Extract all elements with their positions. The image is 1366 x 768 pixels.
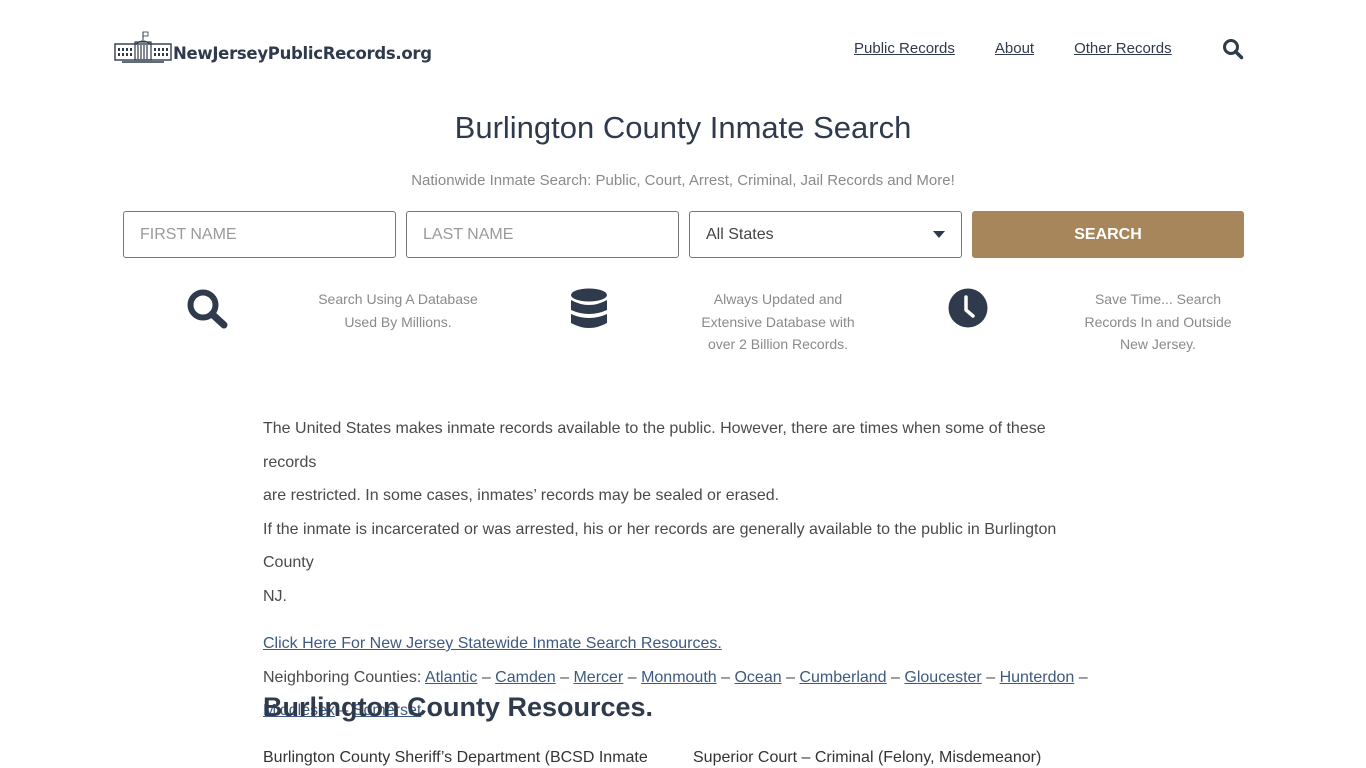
site-logo[interactable]: NewJerseyPublicRecords.org bbox=[114, 30, 432, 64]
statewide-resources-link[interactable]: Click Here For New Jersey Statewide Inma… bbox=[263, 635, 722, 652]
county-link-mercer[interactable]: Mercer bbox=[573, 669, 623, 686]
page-title: Burlington County Inmate Search bbox=[454, 110, 912, 145]
resources-heading: Burlington County Resources. bbox=[263, 692, 654, 722]
county-link-atlantic[interactable]: Atlantic bbox=[425, 669, 477, 686]
caret-down-icon bbox=[933, 231, 945, 238]
intro-paragraph: The United States makes inmate records a… bbox=[263, 420, 1057, 605]
first-name-input[interactable] bbox=[123, 211, 396, 258]
main-content: The United States makes inmate records a… bbox=[263, 412, 1103, 728]
inmate-search-form: All States SEARCH bbox=[123, 211, 1244, 258]
feature-text-search: Search Using A Database Used By Millions… bbox=[318, 291, 478, 330]
main-nav: Public Records About Other Records bbox=[854, 40, 1212, 57]
county-link-camden[interactable]: Camden bbox=[495, 669, 555, 686]
state-select-value: All States bbox=[706, 225, 774, 243]
state-select[interactable]: All States bbox=[689, 211, 962, 258]
capitol-building-icon bbox=[114, 31, 172, 63]
search-icon bbox=[187, 289, 228, 329]
resource-sheriff[interactable]: Burlington County Sheriff’s Department (… bbox=[263, 749, 648, 767]
last-name-input[interactable] bbox=[406, 211, 679, 258]
county-link-monmouth[interactable]: Monmouth bbox=[641, 669, 717, 686]
neighbors-label: Neighboring Counties: bbox=[263, 668, 422, 686]
nav-public-records[interactable]: Public Records bbox=[854, 40, 955, 57]
county-link-ocean[interactable]: Ocean bbox=[734, 669, 781, 686]
county-link-hunterdon[interactable]: Hunterdon bbox=[1000, 669, 1075, 686]
search-icon[interactable] bbox=[1222, 38, 1244, 60]
county-link-gloucester[interactable]: Gloucester bbox=[904, 669, 981, 686]
search-button[interactable]: SEARCH bbox=[972, 211, 1244, 258]
feature-text-database: Always Updated and Extensive Database wi… bbox=[701, 291, 855, 352]
nav-about[interactable]: About bbox=[995, 40, 1034, 57]
site-header: NewJerseyPublicRecords.org Public Record… bbox=[0, 0, 1366, 100]
clock-icon bbox=[948, 288, 988, 328]
logo-text: NewJerseyPublicRecords.org bbox=[173, 44, 432, 63]
resource-superior-court[interactable]: Superior Court – Criminal (Felony, Misde… bbox=[693, 749, 1041, 767]
county-link-cumberland[interactable]: Cumberland bbox=[799, 669, 886, 686]
feature-text-clock: Save Time... Search Records In and Outsi… bbox=[1084, 291, 1232, 352]
nav-other-records[interactable]: Other Records bbox=[1074, 40, 1172, 57]
statewide-link-row: Click Here For New Jersey Statewide Inma… bbox=[263, 627, 1103, 661]
database-icon bbox=[571, 288, 607, 328]
page-subtitle: Nationwide Inmate Search: Public, Court,… bbox=[411, 172, 955, 189]
